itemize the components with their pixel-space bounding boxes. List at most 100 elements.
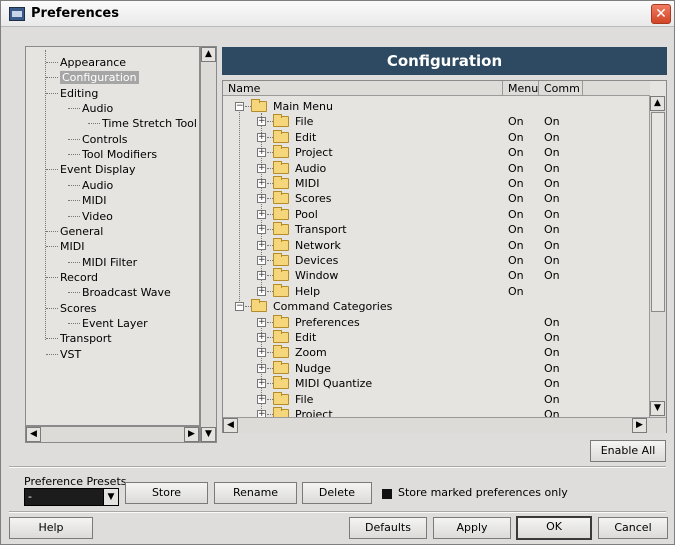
comm-cell[interactable]: On — [544, 392, 560, 407]
defaults-button[interactable]: Defaults — [349, 517, 427, 539]
expand-icon[interactable]: + — [257, 317, 266, 327]
scroll-right-icon[interactable]: ▶ — [632, 418, 647, 433]
comm-cell[interactable]: On — [544, 315, 560, 330]
tree-item-record[interactable]: Record — [46, 270, 98, 285]
comm-cell[interactable]: On — [544, 330, 560, 345]
table-row[interactable]: + Nudge On — [223, 360, 650, 376]
expand-icon[interactable]: + — [257, 209, 266, 219]
comm-cell[interactable]: On — [544, 222, 560, 237]
table-row[interactable]: + Devices On On — [223, 253, 650, 268]
comm-cell[interactable]: On — [544, 407, 560, 417]
comm-cell[interactable]: On — [544, 238, 560, 253]
menu-cell[interactable]: On — [508, 284, 524, 299]
tree-item-editing[interactable]: Editing — [46, 86, 98, 101]
expand-icon[interactable]: + — [257, 240, 266, 250]
tree-item-scores[interactable]: Scores — [46, 301, 97, 316]
expand-icon[interactable]: + — [257, 163, 266, 173]
column-header-name[interactable]: Name — [223, 81, 503, 96]
scroll-left-icon[interactable]: ◀ — [223, 418, 238, 433]
menu-cell[interactable]: On — [508, 222, 524, 237]
menu-cell[interactable]: On — [508, 238, 524, 253]
expand-icon[interactable]: + — [257, 194, 266, 204]
scroll-up-icon[interactable]: ▲ — [650, 96, 665, 111]
delete-button[interactable]: Delete — [302, 482, 372, 504]
scroll-right-icon[interactable]: ▶ — [184, 427, 199, 442]
table-row[interactable]: + Network On On — [223, 237, 650, 253]
comm-cell[interactable]: On — [544, 176, 560, 191]
table-horizontal-scrollbar[interactable]: ◀ ▶ — [223, 417, 666, 433]
tree-item-appearance[interactable]: Appearance — [46, 55, 126, 70]
tree-item-controls[interactable]: Controls — [68, 132, 128, 147]
expand-icon[interactable]: + — [257, 363, 266, 373]
scroll-down-icon[interactable]: ▼ — [650, 401, 665, 416]
tree-item-event-display[interactable]: Event Display — [46, 162, 136, 177]
comm-cell[interactable]: On — [544, 191, 560, 206]
table-row[interactable]: − Main Menu — [223, 99, 650, 114]
table-row[interactable]: + Zoom On — [223, 345, 650, 360]
enable-all-button[interactable]: Enable All — [590, 440, 666, 462]
cancel-button[interactable]: Cancel — [598, 517, 668, 539]
close-button[interactable]: ✕ — [651, 4, 671, 24]
menu-cell[interactable]: On — [508, 268, 524, 283]
expand-icon[interactable]: + — [257, 394, 266, 404]
tree-item-midi-filter[interactable]: MIDI Filter — [68, 255, 137, 270]
tree-item-audio[interactable]: Audio — [68, 101, 113, 116]
tree-vertical-scrollbar[interactable]: ▲ ▼ — [200, 46, 217, 443]
expand-icon[interactable]: + — [257, 286, 266, 296]
tree-item-general[interactable]: General — [46, 224, 103, 239]
expand-icon[interactable]: + — [257, 271, 266, 281]
tree-item-event-layer[interactable]: Event Layer — [68, 316, 148, 331]
tree-item-midi[interactable]: MIDI — [68, 193, 106, 208]
tree-item-midi[interactable]: MIDI — [46, 239, 84, 254]
preference-presets-select[interactable]: - ▼ — [24, 488, 119, 506]
tree-item-configuration[interactable]: Configuration — [46, 70, 139, 85]
scroll-thumb[interactable] — [651, 112, 665, 312]
expand-icon[interactable]: + — [257, 132, 266, 142]
comm-cell[interactable]: On — [544, 130, 560, 145]
expand-icon[interactable]: + — [257, 256, 266, 265]
expand-icon[interactable]: + — [257, 179, 266, 188]
column-header-comm[interactable]: Comm — [539, 81, 583, 96]
menu-cell[interactable]: On — [508, 145, 524, 160]
store-marked-checkbox[interactable] — [382, 489, 392, 499]
table-vertical-scrollbar[interactable]: ▲ ▼ — [649, 96, 666, 418]
table-row[interactable]: + Help On — [223, 283, 650, 299]
table-row[interactable]: + MIDI Quantize On — [223, 376, 650, 391]
table-row[interactable]: + MIDI On On — [223, 176, 650, 191]
scroll-up-icon[interactable]: ▲ — [201, 47, 216, 62]
tree-item-tool-modifiers[interactable]: Tool Modifiers — [68, 147, 157, 162]
apply-button[interactable]: Apply — [433, 517, 511, 539]
comm-cell[interactable]: On — [544, 345, 560, 360]
dropdown-arrow-icon[interactable]: ▼ — [103, 489, 118, 505]
table-row[interactable]: + File On — [223, 391, 650, 407]
ok-button[interactable]: OK — [516, 516, 592, 540]
table-row[interactable]: + Edit On — [223, 330, 650, 345]
expand-icon[interactable]: + — [257, 379, 266, 389]
table-row[interactable]: + Project On — [223, 407, 650, 417]
menu-cell[interactable]: On — [508, 161, 524, 176]
help-button[interactable]: Help — [9, 517, 93, 539]
menu-cell[interactable]: On — [508, 176, 524, 191]
tree-item-audio[interactable]: Audio — [68, 178, 113, 193]
tree-item-video[interactable]: Video — [68, 209, 113, 224]
expand-icon[interactable]: + — [257, 148, 266, 158]
preferences-tree[interactable]: Appearance Configuration Editing Audio Time … — [25, 46, 200, 426]
tree-item-transport[interactable]: Transport — [46, 331, 112, 346]
expand-icon[interactable]: + — [257, 333, 266, 342]
expand-icon[interactable]: + — [257, 348, 266, 358]
expand-icon[interactable]: + — [257, 117, 266, 127]
menu-cell[interactable]: On — [508, 191, 524, 206]
comm-cell[interactable]: On — [544, 253, 560, 268]
store-button[interactable]: Store — [125, 482, 208, 504]
collapse-icon[interactable]: − — [235, 302, 244, 312]
comm-cell[interactable]: On — [544, 207, 560, 222]
table-row[interactable]: − Command Categories — [223, 299, 650, 314]
comm-cell[interactable]: On — [544, 161, 560, 176]
comm-cell[interactable]: On — [544, 268, 560, 283]
table-row[interactable]: + Window On On — [223, 268, 650, 283]
scroll-left-icon[interactable]: ◀ — [26, 427, 41, 442]
menu-cell[interactable]: On — [508, 114, 524, 129]
table-row[interactable]: + Edit On On — [223, 129, 650, 145]
menu-cell[interactable]: On — [508, 130, 524, 145]
comm-cell[interactable]: On — [544, 114, 560, 129]
